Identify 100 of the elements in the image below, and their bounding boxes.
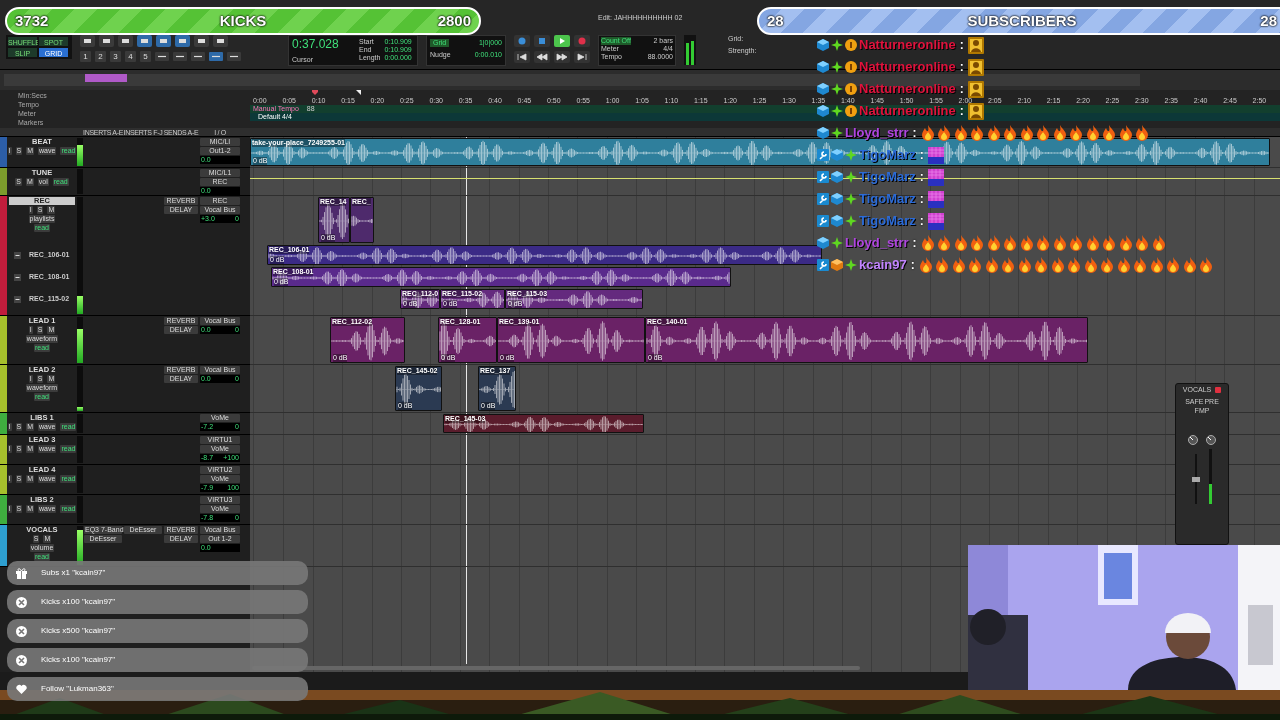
tool-icon[interactable]: [227, 52, 241, 61]
flame-emote-icon: [1085, 235, 1100, 251]
flame-emote-icon: [937, 235, 952, 251]
tool-icon[interactable]: [156, 35, 171, 47]
flame-emote-icon: [1133, 257, 1148, 273]
chat-separator: :: [912, 236, 917, 250]
knob-icon[interactable]: [1206, 435, 1216, 445]
chat-separator: :: [959, 104, 964, 118]
rewind-to-start-icon[interactable]: [514, 51, 530, 63]
flame-emote-icon: [1052, 125, 1067, 141]
flame-emote-icon: [1100, 257, 1115, 273]
cube-badge-icon: [817, 237, 829, 249]
tool-icon[interactable]: [213, 35, 228, 47]
flame-emote-icon: [953, 125, 968, 141]
flame-emote-icon: [1083, 257, 1098, 273]
sparkle-badge-icon: [845, 259, 857, 271]
x-circle-icon: [16, 625, 27, 637]
tool-icon[interactable]: [194, 35, 209, 47]
goal-target: 28: [1260, 10, 1277, 31]
flame-emote-icon: [1050, 257, 1065, 273]
flame-emote-icon: [1116, 257, 1131, 273]
tool-icon[interactable]: [137, 35, 152, 47]
flame-emote-icon: [935, 257, 950, 273]
goal-title: KICKS: [218, 10, 268, 31]
tool-icon[interactable]: [175, 35, 190, 47]
tool-icon[interactable]: [118, 35, 133, 47]
goal-target: 2800: [437, 10, 471, 31]
tool-icon[interactable]: [173, 52, 187, 61]
chat-separator: :: [919, 192, 924, 206]
flame-emote-icon: [920, 235, 935, 251]
stop-icon[interactable]: [534, 35, 550, 47]
zoom-preset-button[interactable]: 4: [125, 51, 136, 62]
knob-icon[interactable]: [1188, 435, 1198, 445]
flame-emote-icon: [1019, 125, 1034, 141]
cube-badge-icon: [831, 193, 843, 205]
chat-username: Natturneronline: [859, 60, 956, 74]
flame-emote-icon: [1135, 235, 1150, 251]
goal-title: SUBSCRIBERS: [966, 10, 1078, 31]
loop-icon[interactable]: [514, 35, 530, 47]
chat-username: TigoMarz: [859, 192, 916, 206]
flame-emote-icon: [1036, 125, 1051, 141]
tool-icon[interactable]: [191, 52, 205, 61]
flame-emote-icon: [1085, 125, 1100, 141]
playlist-toggle-icon[interactable]: [14, 295, 21, 303]
sparkle-badge-icon: [831, 39, 843, 51]
flame-emote-icon: [1034, 257, 1049, 273]
sparkle-badge-icon: [831, 61, 843, 73]
tool-icon[interactable]: [80, 35, 95, 47]
playlist-toggle-icon[interactable]: [14, 273, 21, 281]
flame-emote-icon: [953, 235, 968, 251]
flame-emote-icon: [920, 125, 935, 141]
flame-emote-icon: [970, 125, 985, 141]
playlist-toggle-icon[interactable]: [14, 251, 21, 259]
sparkle-badge-icon: [845, 193, 857, 205]
fast-forward-icon[interactable]: [554, 51, 570, 63]
go-to-end-icon[interactable]: [574, 51, 590, 63]
x-circle-icon: [16, 654, 27, 666]
close-icon[interactable]: [1215, 387, 1222, 393]
flame-emote-icon: [1052, 235, 1067, 251]
chat-separator: :: [919, 214, 924, 228]
chat-username: Lloyd_strr: [845, 236, 909, 250]
chat-separator: :: [919, 148, 924, 162]
cube-badge-icon: [817, 39, 829, 51]
tool-icon[interactable]: [99, 35, 114, 47]
flame-emote-icon: [1118, 235, 1133, 251]
rewind-icon[interactable]: [534, 51, 550, 63]
flame-emote-icon: [918, 257, 933, 273]
sparkle-badge-icon: [831, 105, 843, 117]
alert-text: Kicks x100 "kcain97": [41, 655, 116, 665]
zoom-preset-button[interactable]: 1: [80, 51, 91, 62]
level-meter-drawing: [684, 35, 696, 65]
sparkle-badge-icon: [845, 215, 857, 227]
time-counter[interactable]: 0:37.028: [292, 37, 354, 51]
goal-count: 28: [767, 10, 784, 31]
alert-text: Kicks x100 "kcain97": [41, 597, 116, 607]
chat-separator: :: [919, 170, 924, 184]
flame-emote-icon: [1003, 235, 1018, 251]
zoom-preset-button[interactable]: 3: [110, 51, 121, 62]
tool-icon[interactable]: [209, 52, 223, 61]
flame-emote-icon: [1102, 125, 1117, 141]
flame-emote-icon: [1069, 235, 1084, 251]
flame-emote-icon: [1067, 257, 1082, 273]
flame-emote-icon: [1149, 257, 1164, 273]
cube-badge-icon: [831, 215, 843, 227]
sparkle-badge-icon: [831, 83, 843, 95]
end-marker-icon[interactable]: [356, 90, 361, 95]
zoom-preset-button[interactable]: 2: [95, 51, 106, 62]
coin-badge-icon: [845, 61, 857, 73]
flame-emote-icon: [1135, 125, 1150, 141]
flame-emote-icon: [1199, 257, 1214, 273]
zoom-preset-button[interactable]: 5: [140, 51, 151, 62]
tool-icon[interactable]: [155, 52, 169, 61]
flame-emote-icon: [1069, 125, 1084, 141]
chat-username: Natturneronline: [859, 104, 956, 118]
sparkle-badge-icon: [845, 171, 857, 183]
chat-separator: :: [912, 126, 917, 140]
chat-separator: :: [959, 38, 964, 52]
cube-badge-icon: [817, 83, 829, 95]
flame-emote-icon: [1003, 125, 1018, 141]
chat-username: TigoMarz: [859, 214, 916, 228]
